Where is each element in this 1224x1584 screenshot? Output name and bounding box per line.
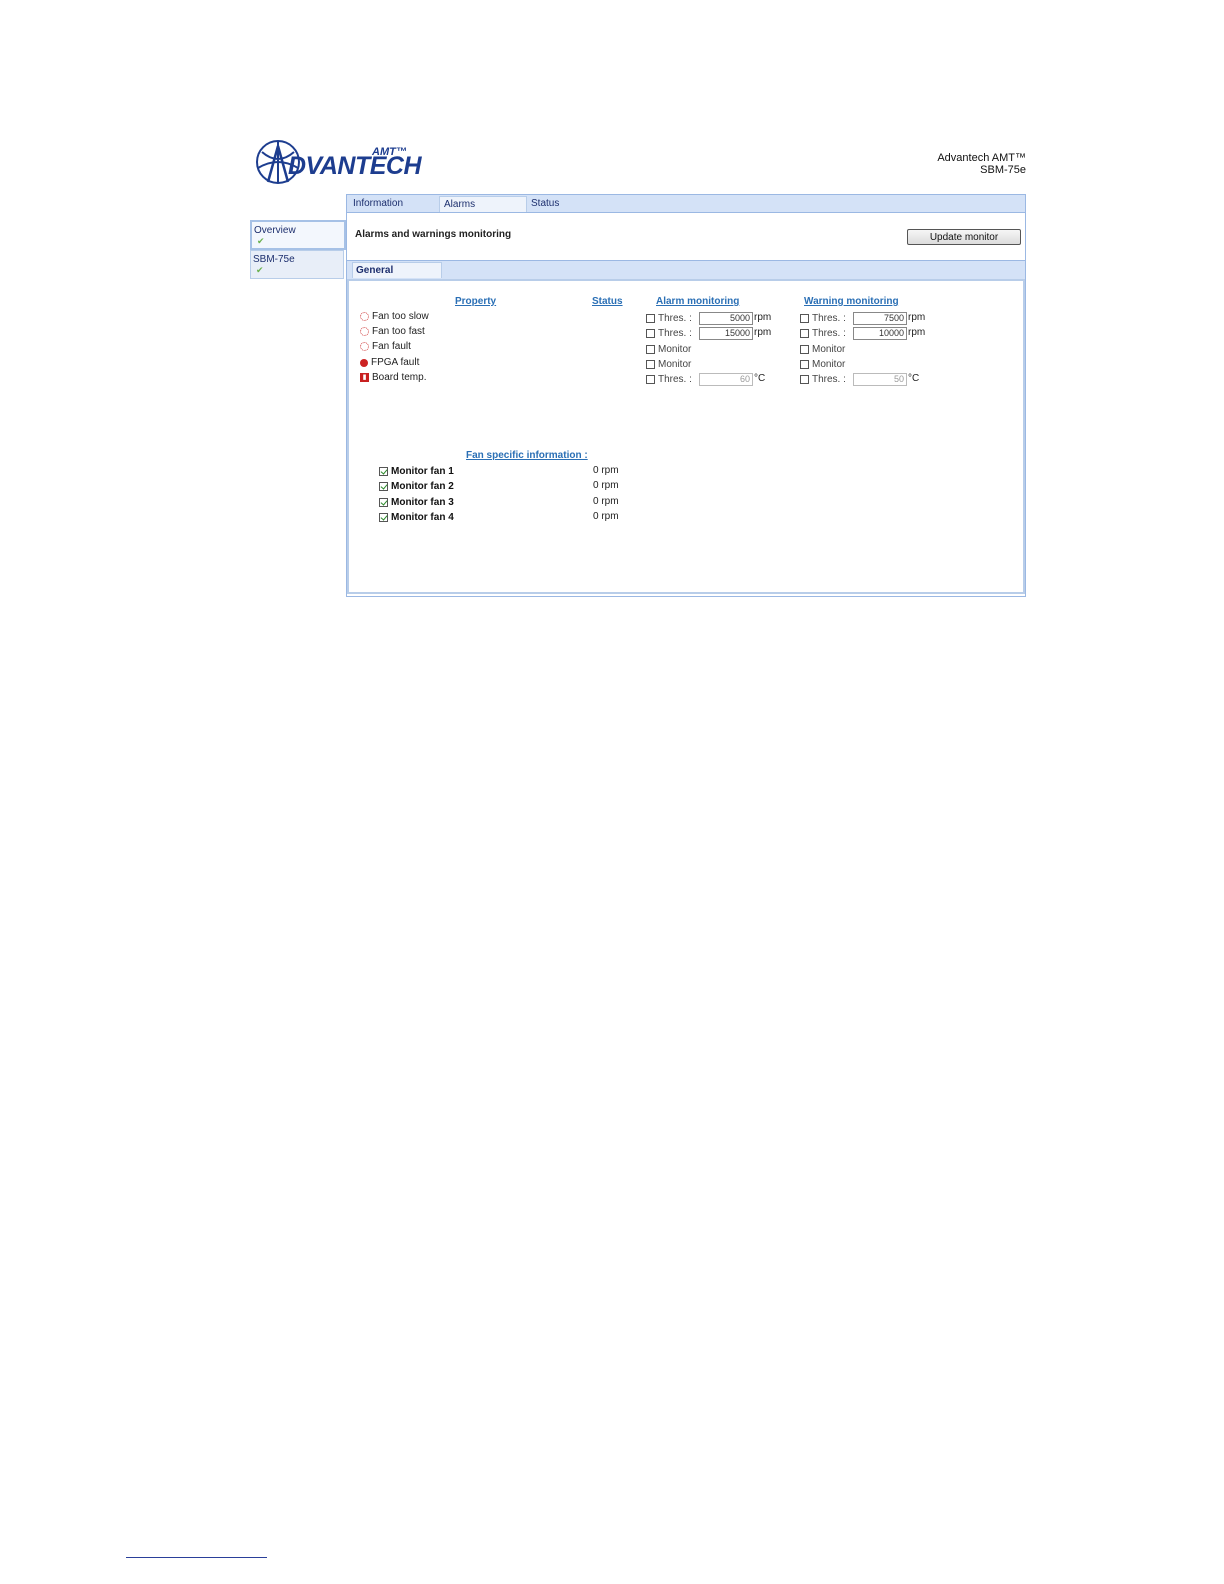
- checkmark-icon: ✔: [257, 236, 265, 246]
- alarm-fan-fault-row: Monitor: [646, 344, 691, 355]
- alarm-fast-threshold-input[interactable]: 15000: [699, 327, 753, 340]
- warning-temp-row: Thres. :: [800, 374, 846, 385]
- alarm-slow-threshold-input[interactable]: 5000: [699, 312, 753, 325]
- brand-name: Advantech AMT™: [937, 152, 1026, 164]
- monitor-fan-3-checkbox[interactable]: [379, 498, 388, 507]
- column-header-status: Status: [592, 296, 623, 307]
- warning-fast-unit: rpm: [908, 327, 926, 338]
- alarm-fast-checkbox[interactable]: [646, 329, 655, 338]
- board-model: SBM-75e: [980, 164, 1026, 176]
- column-header-alarm: Alarm monitoring: [656, 296, 740, 307]
- fan-row-1: Monitor fan 1: [379, 466, 454, 477]
- warning-fpga-row: Monitor: [800, 359, 845, 370]
- warning-fpga-checkbox[interactable]: [800, 360, 809, 369]
- fan-3-speed: 0 rpm: [593, 496, 619, 507]
- alarm-fan-fault-checkbox[interactable]: [646, 345, 655, 354]
- alarm-slow-row: Thres. :: [646, 313, 692, 324]
- warning-fast-row: Thres. :: [800, 328, 846, 339]
- checkmark-icon: ✔: [256, 265, 264, 275]
- fan-4-speed: 0 rpm: [593, 511, 619, 522]
- alarm-temp-checkbox[interactable]: [646, 375, 655, 384]
- alarm-slow-checkbox[interactable]: [646, 314, 655, 323]
- fan-icon: [360, 342, 369, 351]
- warning-fan-fault-row: Monitor: [800, 344, 845, 355]
- alarm-slow-unit: rpm: [754, 312, 772, 323]
- brand-block: Advantech AMT™ SBM-75e: [937, 152, 1026, 176]
- fan-info-title: Fan specific information :: [466, 450, 588, 461]
- gear-icon: [360, 358, 368, 367]
- warning-temp-threshold-input[interactable]: 50: [853, 373, 907, 386]
- warning-temp-checkbox[interactable]: [800, 375, 809, 384]
- fan-icon: [360, 327, 369, 336]
- alarm-fast-unit: rpm: [754, 327, 772, 338]
- column-header-property: Property: [455, 296, 497, 307]
- monitor-fan-2-checkbox[interactable]: [379, 482, 388, 491]
- logo-superscript: AMT™: [372, 146, 407, 158]
- sidebar-item-sbm75e[interactable]: SBM-75e ✔: [250, 250, 344, 279]
- footnote-divider: [126, 1557, 267, 1558]
- property-fan-fault: Fan fault: [360, 341, 411, 352]
- monitor-fan-4-checkbox[interactable]: [379, 513, 388, 522]
- fan-row-2: Monitor fan 2: [379, 481, 454, 492]
- property-fan-too-fast: Fan too fast: [360, 326, 425, 337]
- warning-fast-checkbox[interactable]: [800, 329, 809, 338]
- sidebar-item-label: SBM-75e: [253, 254, 295, 265]
- warning-slow-checkbox[interactable]: [800, 314, 809, 323]
- property-fpga-fault: FPGA fault: [360, 357, 419, 368]
- fan-2-speed: 0 rpm: [593, 480, 619, 491]
- warning-slow-unit: rpm: [908, 312, 926, 323]
- alarm-fpga-checkbox[interactable]: [646, 360, 655, 369]
- warning-slow-threshold-input[interactable]: 7500: [853, 312, 907, 325]
- alarm-temp-row: Thres. :: [646, 374, 692, 385]
- alarm-fast-row: Thres. :: [646, 328, 692, 339]
- warning-temp-unit: °C: [908, 373, 920, 384]
- sidebar-item-overview[interactable]: Overview ✔: [250, 220, 346, 250]
- tab-information[interactable]: Information: [349, 196, 437, 212]
- column-header-warning: Warning monitoring: [804, 296, 899, 307]
- update-monitor-button[interactable]: Update monitor: [907, 229, 1021, 245]
- thermometer-icon: ▮: [360, 373, 369, 382]
- fan-row-3: Monitor fan 3: [379, 497, 454, 508]
- alarm-fpga-row: Monitor: [646, 359, 691, 370]
- warning-fan-fault-checkbox[interactable]: [800, 345, 809, 354]
- tab-alarms[interactable]: Alarms: [439, 196, 527, 212]
- sidebar-item-label: Overview: [254, 225, 296, 236]
- warning-slow-row: Thres. :: [800, 313, 846, 324]
- property-board-temp: ▮ Board temp.: [360, 372, 426, 383]
- tab-status[interactable]: Status: [527, 196, 615, 212]
- fan-1-speed: 0 rpm: [593, 465, 619, 476]
- fan-row-4: Monitor fan 4: [379, 512, 454, 523]
- alarm-temp-unit: °C: [754, 373, 766, 384]
- monitor-fan-1-checkbox[interactable]: [379, 467, 388, 476]
- page-title: Alarms and warnings monitoring: [355, 229, 512, 240]
- property-fan-too-slow: Fan too slow: [360, 311, 429, 322]
- alarm-temp-threshold-input[interactable]: 60: [699, 373, 753, 386]
- subtab-bar: [347, 260, 1025, 280]
- tab-general[interactable]: General: [352, 262, 442, 278]
- fan-icon: [360, 312, 369, 321]
- warning-fast-threshold-input[interactable]: 10000: [853, 327, 907, 340]
